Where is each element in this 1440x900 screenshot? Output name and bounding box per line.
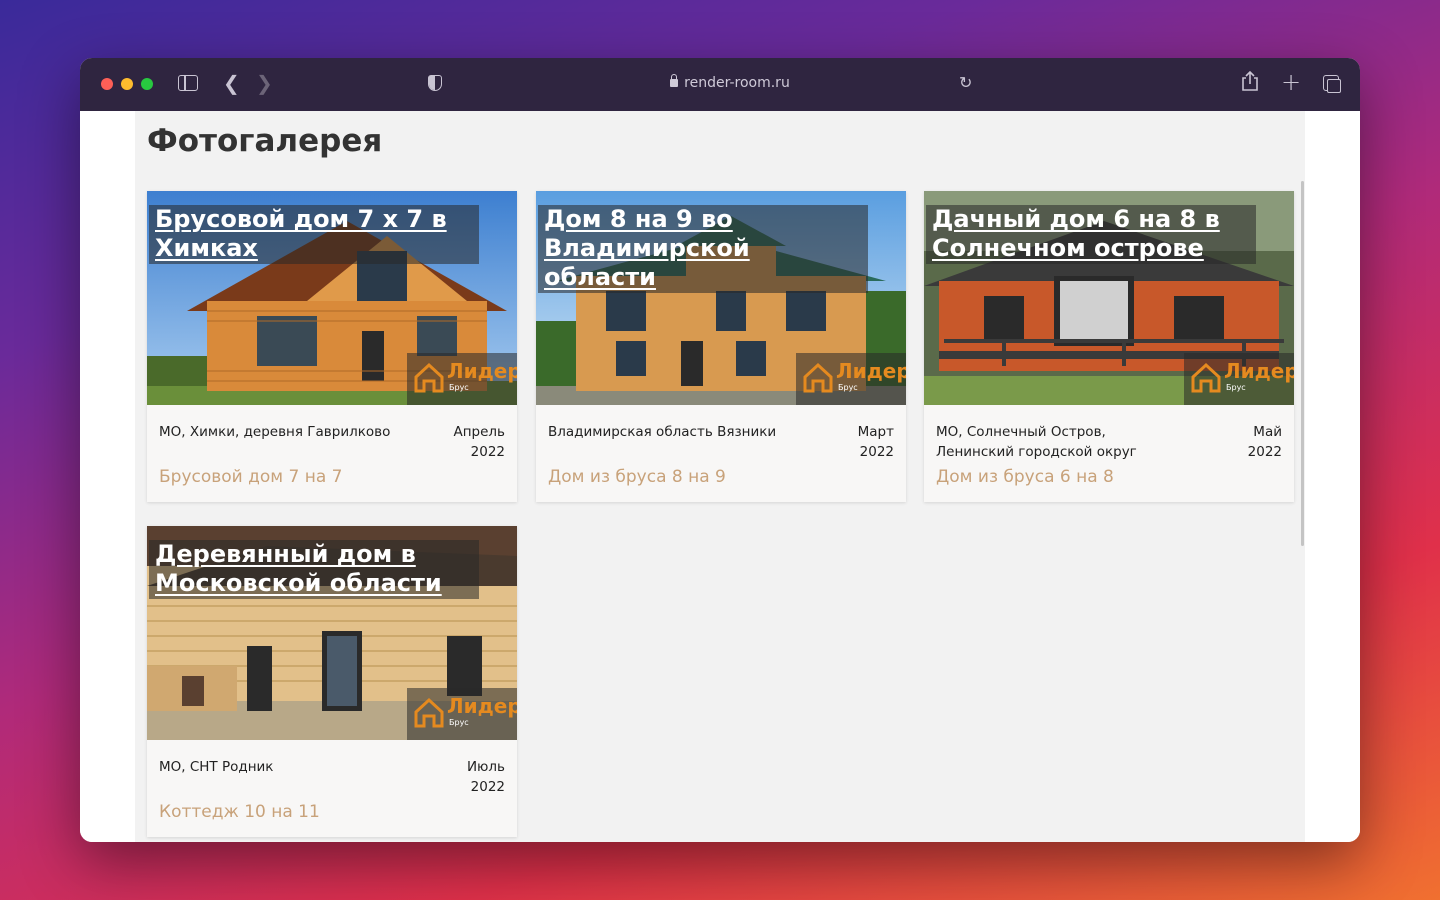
brand-name: Лидер: [1224, 359, 1294, 383]
card-project-link[interactable]: Дом из бруса 8 на 9: [548, 467, 726, 487]
card-date: Май 2022: [1247, 424, 1282, 460]
card-project-link[interactable]: Коттедж 10 на 11: [159, 802, 320, 822]
house-logo-icon: [803, 362, 833, 393]
brand-name: Лидер: [447, 694, 517, 718]
gallery-card[interactable]: Дом 8 на 9 во Владимирской области Лидер…: [536, 191, 906, 502]
brand-sub: Брус: [449, 718, 469, 727]
browser-toolbar: ❮ ❯ render-room.ru ↻ +: [80, 58, 1360, 111]
brand-watermark: Лидер Брус: [1184, 353, 1294, 405]
page-title: Фотогалерея: [147, 123, 383, 159]
photo-title[interactable]: Деревянный дом в Московской области: [149, 540, 479, 599]
new-tab-icon[interactable]: +: [1281, 68, 1301, 96]
house-logo-icon: [414, 362, 444, 393]
brand-watermark: Лидер Брус: [796, 353, 906, 405]
card-project-link[interactable]: Брусовой дом 7 на 7: [159, 467, 343, 487]
privacy-shield-icon[interactable]: [428, 75, 442, 91]
card-date: Апрель 2022: [453, 424, 505, 460]
card-project-link[interactable]: Дом из бруса 6 на 8: [936, 467, 1114, 487]
brand-sub: Брус: [838, 383, 858, 392]
browser-window: ❮ ❯ render-room.ru ↻ + Фотогалерея Брусо…: [80, 58, 1360, 842]
house-logo-icon: [414, 697, 444, 728]
forward-icon[interactable]: ❯: [256, 71, 273, 95]
house-photo[interactable]: Дачный дом 6 на 8 в Солнечном острове Ли…: [924, 191, 1294, 405]
card-location: МО, СНТ Родник: [159, 759, 274, 775]
gallery-card[interactable]: Деревянный дом в Московской области Лиде…: [147, 526, 517, 837]
minimize-window-button[interactable]: [121, 78, 133, 90]
card-date: Июль 2022: [466, 759, 505, 795]
gallery-section: Фотогалерея Брусовой дом 7 х 7 в Химках …: [135, 111, 1305, 842]
card-location: Владимирская область Вязники: [548, 424, 777, 440]
house-photo[interactable]: Брусовой дом 7 х 7 в Химках Лидер Брус: [147, 191, 517, 405]
lock-icon: [670, 74, 679, 87]
page-viewport: Фотогалерея Брусовой дом 7 х 7 в Химках …: [80, 111, 1360, 842]
gallery-card[interactable]: Брусовой дом 7 х 7 в Химках Лидер Брус М…: [147, 191, 517, 502]
brand-name: Лидер: [447, 359, 517, 383]
photo-title[interactable]: Дом 8 на 9 во Владимирской области: [538, 205, 868, 293]
sidebar-toggle-icon[interactable]: [178, 75, 198, 91]
card-location: МО, Солнечный Остров, Ленинский городско…: [936, 424, 1137, 460]
close-window-button[interactable]: [101, 78, 113, 90]
gallery-card[interactable]: Дачный дом 6 на 8 в Солнечном острове Ли…: [924, 191, 1294, 502]
photo-title[interactable]: Брусовой дом 7 х 7 в Химках: [149, 205, 479, 264]
photo-title[interactable]: Дачный дом 6 на 8 в Солнечном острове: [926, 205, 1256, 264]
zoom-window-button[interactable]: [141, 78, 153, 90]
share-icon[interactable]: [1241, 70, 1259, 96]
house-photo[interactable]: Деревянный дом в Московской области Лиде…: [147, 526, 517, 740]
brand-sub: Брус: [1226, 383, 1246, 392]
card-date: Март 2022: [857, 424, 894, 460]
brand-watermark: Лидер Брус: [407, 353, 517, 405]
card-location: МО, Химки, деревня Гаврилково: [159, 424, 391, 440]
house-logo-icon: [1191, 362, 1221, 393]
brand-name: Лидер: [836, 359, 906, 383]
brand-sub: Брус: [449, 383, 469, 392]
house-photo[interactable]: Дом 8 на 9 во Владимирской области Лидер…: [536, 191, 906, 405]
brand-watermark: Лидер Брус: [407, 688, 517, 740]
reload-icon[interactable]: ↻: [959, 73, 972, 92]
back-icon[interactable]: ❮: [223, 71, 240, 95]
address-bar[interactable]: render-room.ru: [580, 74, 880, 91]
scrollbar[interactable]: [1301, 181, 1304, 546]
address-text: render-room.ru: [684, 75, 790, 91]
tab-overview-icon[interactable]: [1323, 75, 1341, 93]
